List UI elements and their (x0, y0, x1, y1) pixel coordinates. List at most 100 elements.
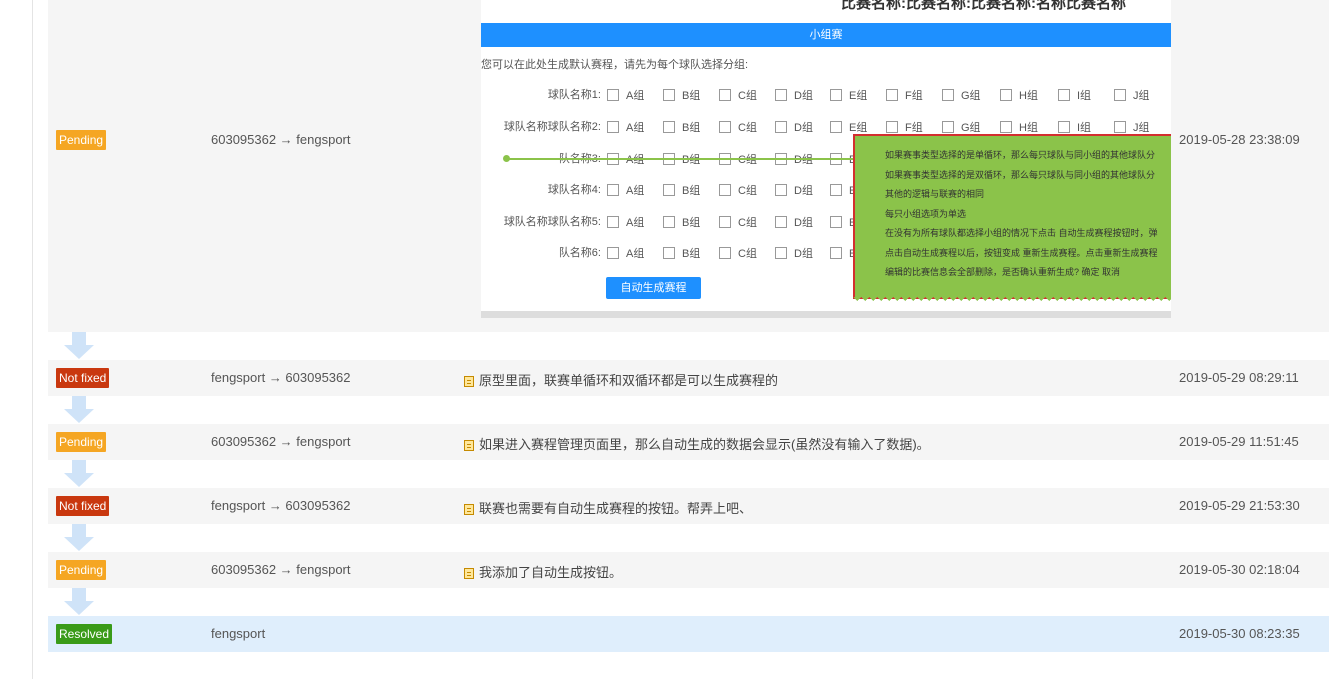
group-option: I组 (1058, 119, 1091, 135)
status-badge: Pending (56, 432, 107, 452)
tip-line: 每只小组选项为单选 (885, 208, 967, 219)
group-label: D组 (794, 248, 813, 260)
group-label: H组 (1019, 122, 1038, 134)
group-option: J组 (1114, 119, 1150, 135)
group-option: A组 (607, 87, 644, 103)
group-checkbox (1058, 121, 1070, 133)
note-icon (464, 568, 474, 579)
annotation-line (505, 158, 865, 160)
group-checkbox (663, 89, 675, 101)
left-divider (32, 0, 33, 679)
group-option: D组 (775, 87, 813, 103)
auto-generate-button: 自动生成赛程 (606, 277, 701, 299)
group-label: F组 (905, 122, 923, 134)
team-name: 球队名称球队名称2: (503, 121, 601, 133)
group-checkbox (663, 184, 675, 196)
group-option: D组 (775, 182, 813, 198)
status-badge: Not fixed (56, 368, 110, 388)
group-option: F组 (886, 87, 923, 103)
history-note: 联赛也需要有自动生成赛程的按钮。帮弄上吧、 (464, 498, 752, 517)
group-label: B组 (682, 122, 701, 134)
group-label: C组 (738, 248, 757, 260)
group-checkbox (886, 89, 898, 101)
group-checkbox (1000, 89, 1012, 101)
group-checkbox (719, 247, 731, 259)
group-option: C组 (719, 245, 757, 261)
history-row: Resolved fengsport 2019-05-30 08:23:35 (48, 616, 1329, 652)
group-label: A组 (626, 248, 645, 260)
group-option: B组 (663, 87, 700, 103)
group-option: C组 (719, 182, 757, 198)
group-checkbox (775, 216, 787, 228)
group-checkbox (830, 89, 842, 101)
group-checkbox (607, 121, 619, 133)
history-time: 2019-05-29 21:53:30 (1179, 498, 1300, 513)
group-label: B组 (682, 217, 701, 229)
tip-line: 如果赛事类型选择的是单循环，那么每只球队与同小组的其他球队分 (885, 150, 1156, 160)
group-option: D组 (775, 214, 813, 230)
history-time: 2019-05-30 02:18:04 (1179, 562, 1300, 577)
history-from-to: 603095362 → fengsport (211, 434, 351, 449)
note-icon (464, 440, 474, 451)
group-label: A组 (626, 217, 645, 229)
team-name: 球队名称4: (547, 184, 601, 196)
group-label: J组 (1133, 122, 1150, 134)
group-option: F组 (886, 119, 923, 135)
team-name: 队名称6: (558, 247, 601, 259)
group-label: G组 (961, 122, 981, 134)
tip-line: 在没有为所有球队都选择小组的情况下点击 自动生成赛程按钮时，弹 (885, 228, 1158, 238)
group-option: A组 (607, 119, 644, 135)
group-option: H组 (1000, 119, 1038, 135)
group-checkbox (719, 89, 731, 101)
history-from-to: 603095362 → fengsport (211, 562, 351, 577)
group-label: C组 (738, 185, 757, 197)
tip-line: 点击自动生成赛程以后，按钮变成 重新生成赛程。点击重新生成赛程 (885, 247, 1158, 258)
attachment-intro: 您可以在此处生成默认赛程，请先为每个球队选择分组: (481, 59, 749, 71)
group-checkbox (719, 121, 731, 133)
group-checkbox (1114, 121, 1126, 133)
group-label: I组 (1077, 90, 1092, 102)
annotation-edge (853, 297, 1171, 305)
attachment-screenshot[interactable]: 比赛名称:比赛名称:比赛名称:名称比赛名称 小组赛 您可以在此处生成默认赛程，请… (481, 0, 1171, 318)
status-badge: Resolved (56, 624, 113, 644)
group-option: G组 (942, 87, 981, 103)
group-label: H组 (1019, 90, 1038, 102)
group-option: C组 (719, 214, 757, 230)
group-label: C组 (738, 217, 757, 229)
group-option: D组 (775, 245, 813, 261)
group-option: D组 (775, 119, 813, 135)
history-row: Pending 603095362 → fengsport 如果进入赛程管理页面… (48, 424, 1329, 460)
group-checkbox (663, 247, 675, 259)
group-checkbox (719, 184, 731, 196)
tip-line: 其他的逻辑与联赛的相同 (885, 189, 985, 199)
group-option: B组 (663, 245, 700, 261)
history-row: Pending 603095362 → fengsport 比赛名称:比赛名称:… (48, 0, 1329, 332)
team-row: 球队名称球队名称2: A组 B组 C组 D组 E组 F组 G组 H组 I组 J组 (481, 116, 1171, 136)
down-arrow-icon (64, 588, 94, 616)
team-name: 球队名称1: (547, 89, 601, 101)
history-note-text: 联赛也需要有自动生成赛程的按钮。帮弄上吧、 (479, 501, 753, 516)
history-note: 原型里面，联赛单循环和双循环都是可以生成赛程的 (464, 370, 778, 389)
group-checkbox (942, 121, 954, 133)
group-option: C组 (719, 87, 757, 103)
group-checkbox (719, 216, 731, 228)
down-arrow-icon (64, 332, 94, 360)
group-label: D组 (794, 122, 813, 134)
attachment-bottom-strip (481, 311, 1171, 318)
group-option: B组 (663, 182, 700, 198)
annotation-note: 如果赛事类型选择的是单循环，那么每只球队与同小组的其他球队分 如果赛事类型选择的… (853, 134, 1171, 299)
group-checkbox (830, 121, 842, 133)
group-checkbox (607, 184, 619, 196)
history-note-text: 我添加了自动生成按钮。 (479, 565, 623, 580)
group-option: C组 (719, 119, 757, 135)
group-option: B组 (663, 119, 700, 135)
group-label: A组 (626, 185, 645, 197)
history-from-to: 603095362 → fengsport (211, 132, 351, 147)
group-checkbox (1114, 89, 1126, 101)
team-name: 球队名称球队名称5: (503, 216, 601, 228)
group-checkbox (830, 216, 842, 228)
group-label: E组 (849, 122, 868, 134)
note-icon (464, 376, 474, 387)
group-checkbox (663, 216, 675, 228)
group-checkbox (775, 247, 787, 259)
